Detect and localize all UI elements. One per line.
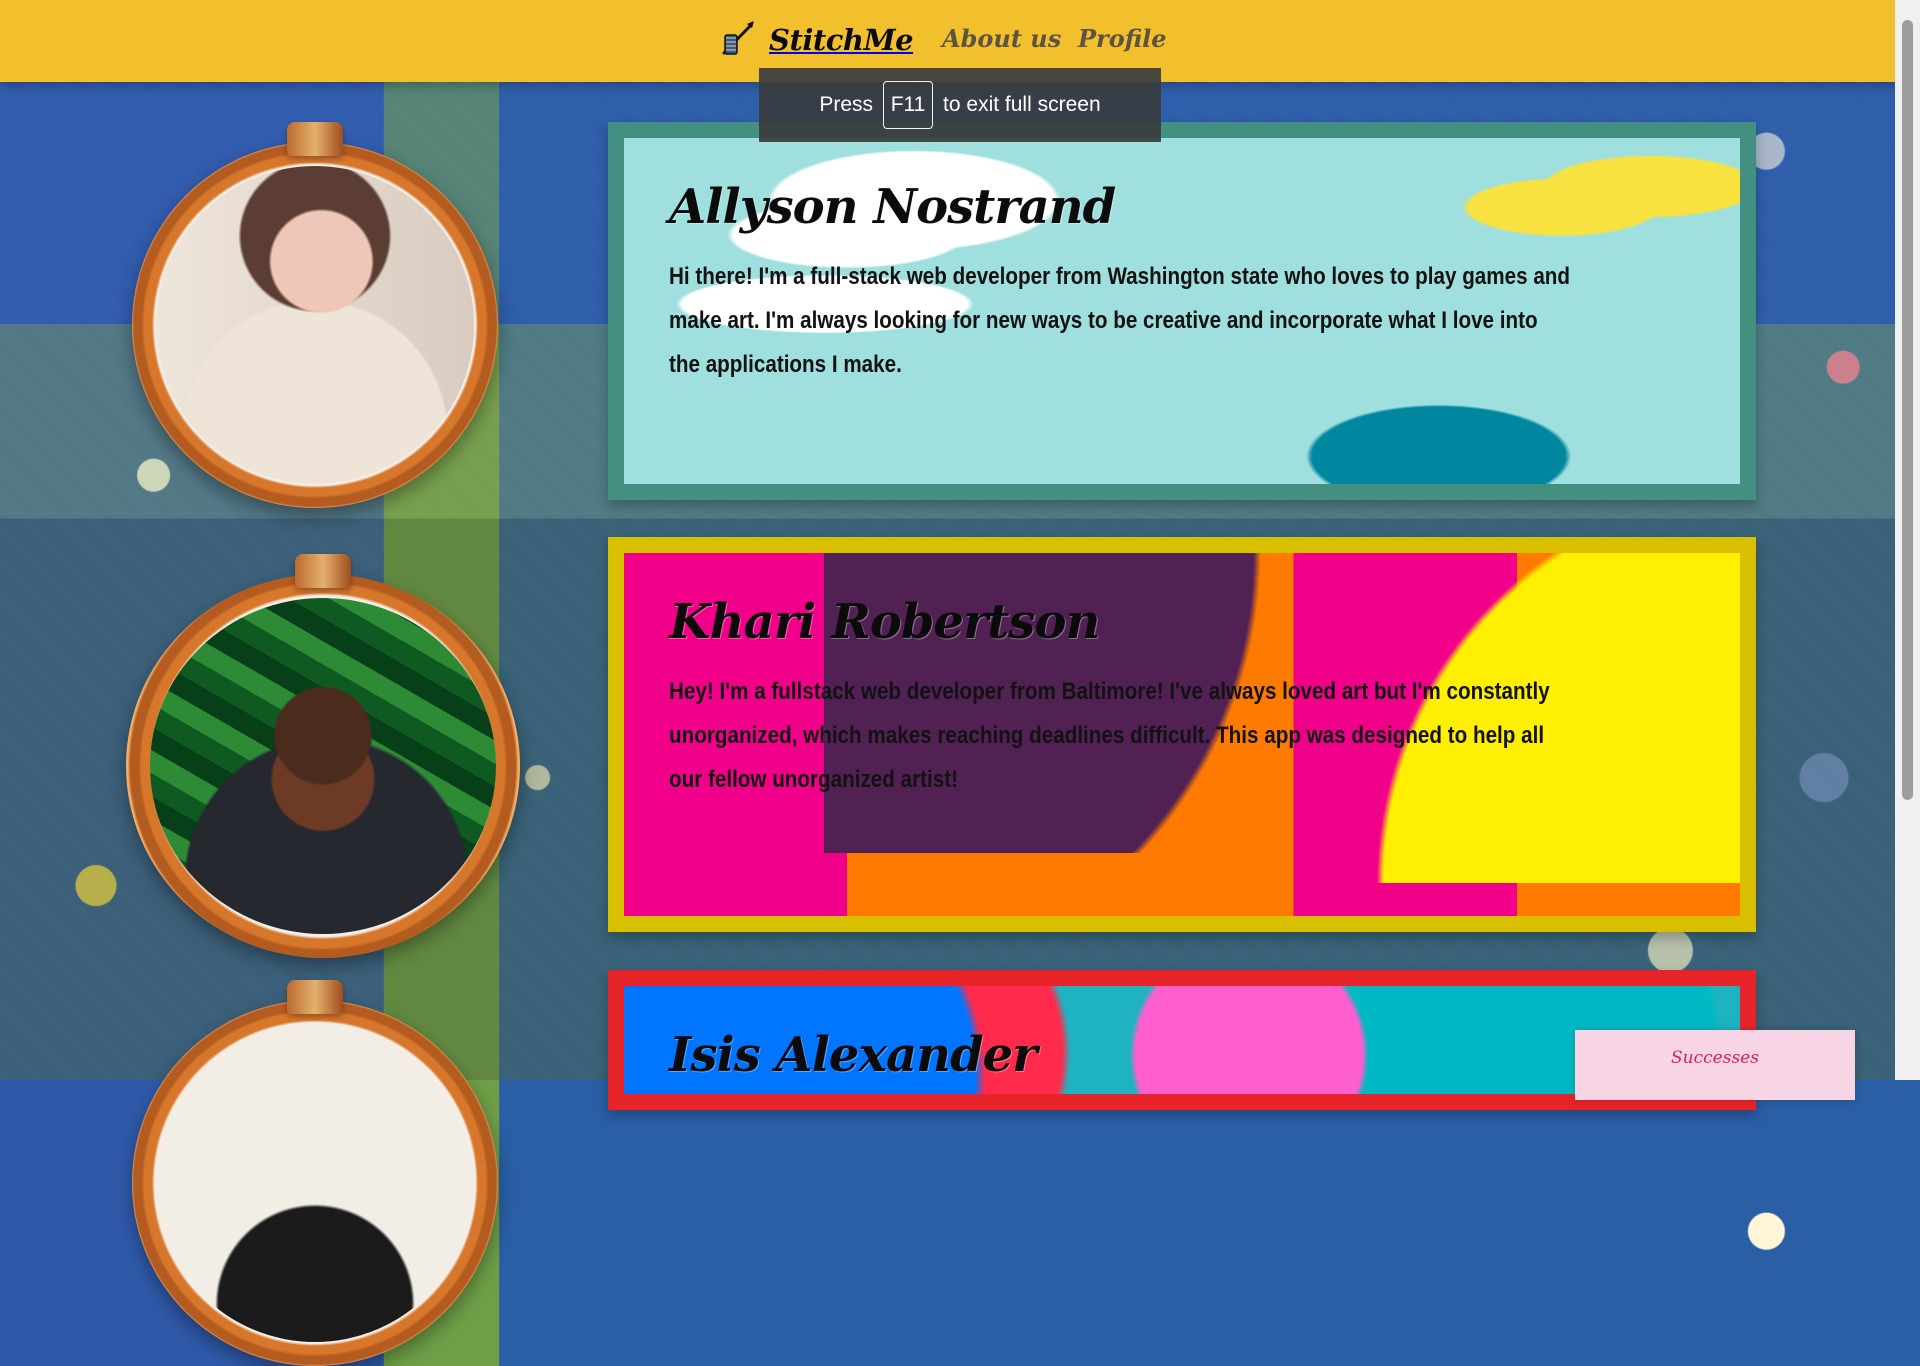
brand-link[interactable]: StitchMe [717, 18, 914, 62]
avatar-allyson [156, 166, 474, 484]
person-name: Isis Alexander [669, 1027, 1037, 1083]
person-bio: Hi there! I'm a full-stack web developer… [669, 263, 1571, 378]
avatar-hoop-khari [126, 574, 520, 958]
f11-key: F11 [883, 81, 934, 129]
sewing-needle-icon [722, 21, 754, 55]
avatar-hoop-isis [132, 1000, 498, 1366]
vertical-scrollbar[interactable] [1895, 0, 1920, 1080]
person-name: Allyson Nostrand [669, 179, 1116, 235]
brand-name: StitchMe [769, 23, 914, 57]
nav-profile[interactable]: Profile [1078, 24, 1167, 53]
toast-message: to exit full screen [943, 93, 1101, 116]
successes-tab[interactable]: Successes [1575, 1030, 1855, 1100]
profile-card-allyson: Allyson Nostrand Hi there! I'm a full-st… [608, 122, 1756, 500]
profile-card-khari: Khari Robertson Hey! I'm a fullstack web… [608, 537, 1756, 932]
avatar-isis [156, 1024, 474, 1342]
avatar-khari [150, 598, 496, 934]
person-name: Khari Robertson [669, 594, 1100, 650]
successes-label: Successes [1671, 1048, 1759, 1068]
avatar-hoop-allyson [132, 142, 498, 508]
toast-press-text: Press [819, 93, 874, 116]
person-bio: Hey! I'm a fullstack web developer from … [669, 678, 1550, 793]
nav-about-us[interactable]: About us [942, 24, 1061, 53]
fullscreen-toast: Press F11 to exit full screen [759, 68, 1161, 142]
scrollbar-thumb[interactable] [1902, 20, 1913, 800]
